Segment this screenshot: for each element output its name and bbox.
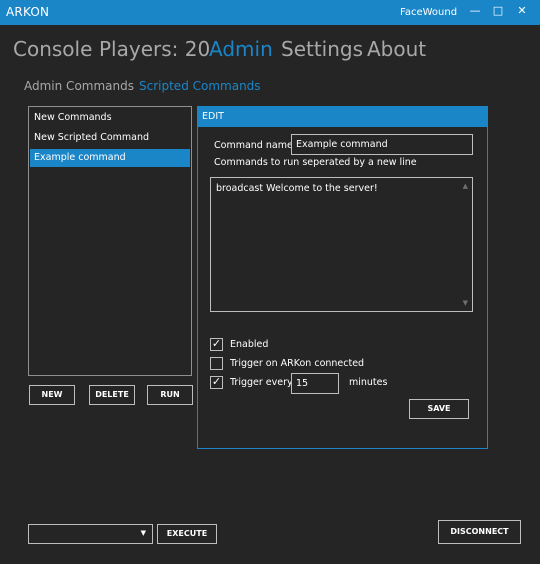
chevron-down-icon: ▼ [140, 529, 146, 537]
enabled-label: Enabled [230, 339, 269, 350]
nav-players[interactable]: Players: 20 [99, 37, 210, 61]
trigger-every-checkbox[interactable] [210, 376, 223, 389]
disconnect-button[interactable]: DISCONNECT [438, 520, 521, 544]
list-item[interactable]: New Scripted Command [30, 129, 190, 147]
scroll-up-icon[interactable]: ▲ [463, 182, 468, 190]
delete-button[interactable]: DELETE [89, 385, 135, 405]
run-button[interactable]: RUN [147, 385, 193, 405]
title-bar: ARKON FaceWound — □ ✕ [0, 0, 540, 25]
nav-admin[interactable]: Admin [209, 37, 273, 61]
trigger-connected-label: Trigger on ARKon connected [230, 358, 365, 369]
edit-panel: EDIT Command name Commands to run sepera… [197, 106, 488, 449]
command-name-input[interactable] [291, 134, 473, 155]
execute-button[interactable]: EXECUTE [157, 524, 217, 544]
command-dropdown[interactable]: ▼ [28, 524, 153, 544]
trigger-every-label: Trigger every [230, 377, 293, 388]
tab-admin-commands[interactable]: Admin Commands [24, 79, 134, 93]
close-icon[interactable]: ✕ [512, 4, 532, 17]
minimize-icon[interactable]: — [465, 4, 485, 17]
list-item[interactable]: Example command [30, 149, 190, 167]
enabled-checkbox[interactable] [210, 338, 223, 351]
main-nav: Console Players: 20 Admin Settings About [0, 37, 540, 67]
scroll-down-icon[interactable]: ▼ [463, 299, 468, 307]
username-label: FaceWound [400, 7, 458, 18]
command-name-label: Command name [214, 140, 293, 151]
new-button[interactable]: NEW [29, 385, 75, 405]
nav-settings[interactable]: Settings [281, 37, 363, 61]
commands-textarea[interactable]: broadcast Welcome to the server! ▲ ▼ [210, 177, 473, 312]
minutes-label: minutes [349, 377, 388, 388]
trigger-interval-input[interactable] [291, 373, 339, 394]
maximize-icon[interactable]: □ [488, 4, 508, 17]
list-item[interactable]: New Commands [30, 109, 190, 127]
nav-console[interactable]: Console [13, 37, 92, 61]
trigger-connected-checkbox[interactable] [210, 357, 223, 370]
app-title: ARKON [6, 5, 50, 19]
save-button[interactable]: SAVE [409, 399, 469, 419]
tab-scripted-commands[interactable]: Scripted Commands [139, 79, 261, 93]
nav-about[interactable]: About [367, 37, 426, 61]
command-list[interactable]: New Commands New Scripted Command Exampl… [28, 106, 192, 376]
edit-header: EDIT [198, 107, 487, 127]
commands-label: Commands to run seperated by a new line [214, 157, 417, 168]
commands-text: broadcast Welcome to the server! [216, 183, 378, 194]
